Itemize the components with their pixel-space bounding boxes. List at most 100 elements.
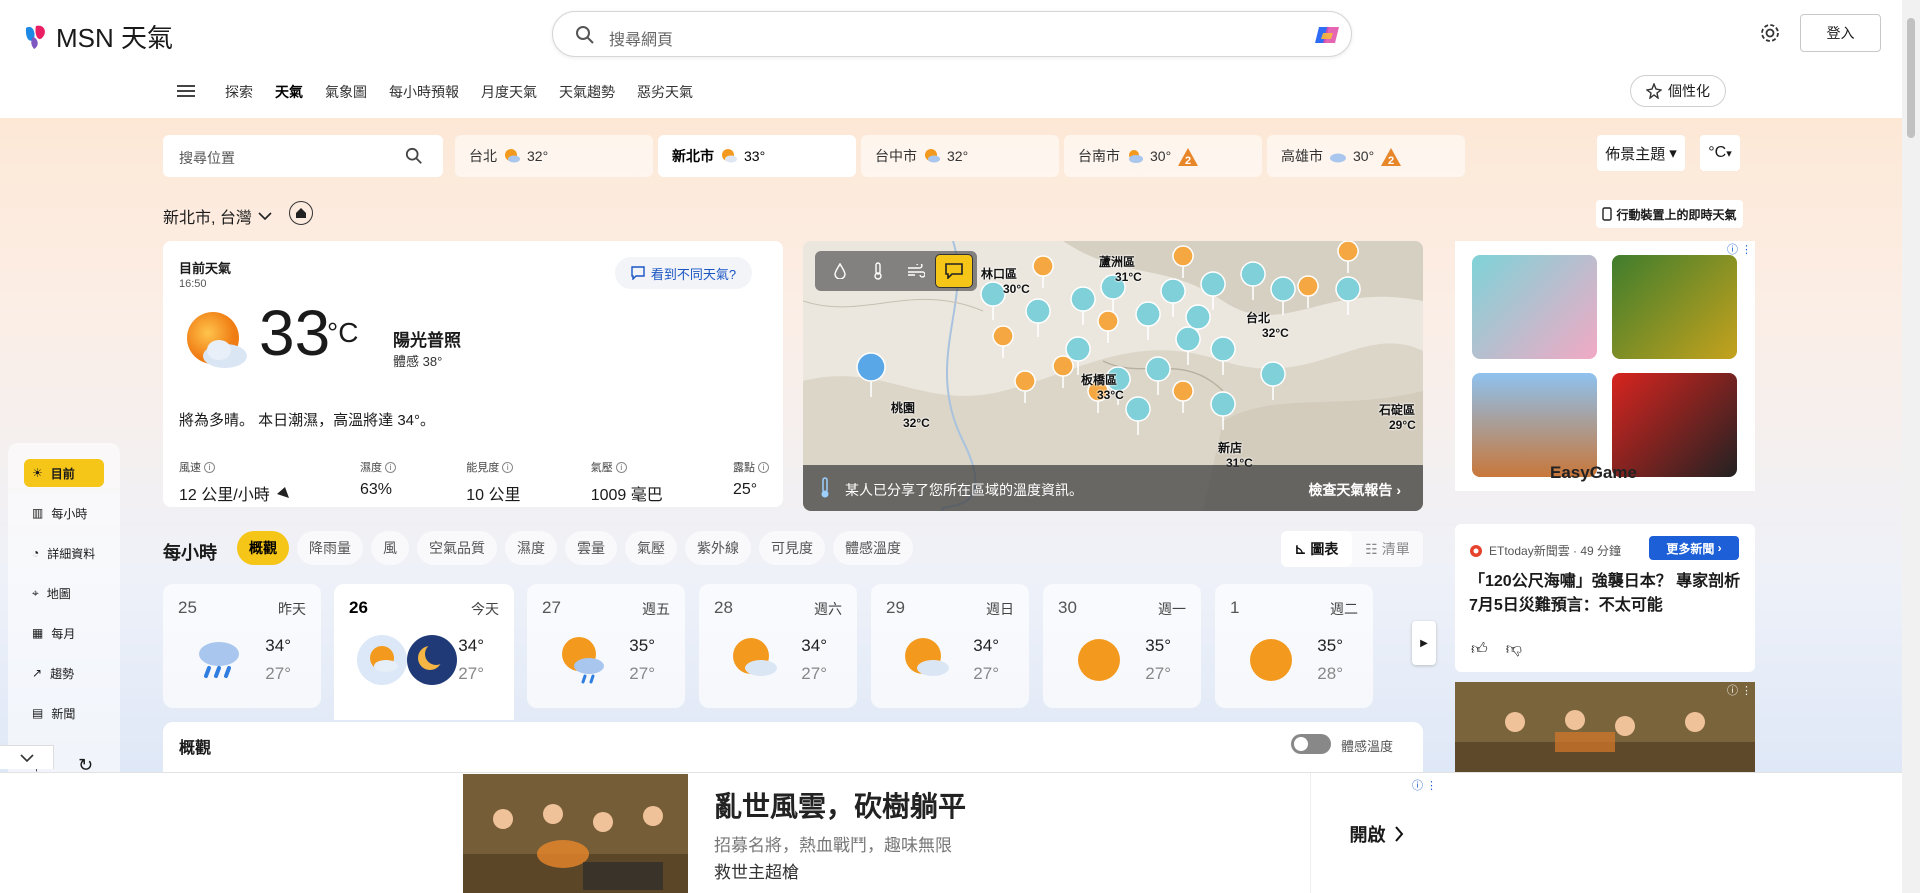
chip-visibility[interactable]: 可見度 [759, 531, 825, 565]
precipitation-layer-icon[interactable] [821, 254, 859, 288]
view-toggle: ⊾ 圖表 ☷ 清單 [1281, 531, 1423, 567]
metric-humidity[interactable]: 濕度 i 63% [360, 459, 396, 505]
copilot-icon[interactable] [1313, 21, 1341, 49]
map-community-banner[interactable]: 某人已分享了您所在區域的溫度資訊。 檢查天氣報告 › [803, 465, 1423, 511]
theme-dropdown[interactable]: 佈景主題 ▾ [1597, 135, 1685, 171]
chip-feels-like[interactable]: 體感溫度 [833, 531, 913, 565]
brand[interactable]: MSN 天氣 [22, 18, 173, 55]
personalize-button[interactable]: 個性化 [1630, 75, 1726, 107]
chip-pressure[interactable]: 氣壓 [625, 531, 677, 565]
chip-overview[interactable]: 概觀 [237, 531, 289, 565]
ad-info-icon[interactable]: ⓘ ⋮ [1727, 682, 1752, 698]
ad-tile-image[interactable] [1472, 255, 1597, 359]
nav-link-trends[interactable]: 天氣趨勢 [548, 82, 626, 102]
nav-link-explore[interactable]: 探索 [214, 82, 264, 102]
city-tab-kaohsiung[interactable]: 高雄市 30° 2 [1267, 135, 1465, 177]
hourly-title: 每小時 [163, 543, 217, 563]
nav-link-weather[interactable]: 天氣 [264, 82, 314, 102]
check-weather-report-link[interactable]: 檢查天氣報告 › [1308, 480, 1401, 500]
city-tab-new-taipei[interactable]: 新北市 33° [658, 135, 856, 177]
gear-icon[interactable] [1759, 22, 1781, 44]
news-card[interactable]: ETtoday新聞雲 · 49 分鐘 更多新聞 › 「120公尺海嘯」強襲日本？… [1455, 524, 1755, 672]
day-high: 34° [801, 636, 827, 655]
sidenav-item-news[interactable]: ▤ 新聞 [24, 699, 104, 727]
mobile-weather-button[interactable]: 行動裝置上的即時天氣 [1596, 200, 1743, 228]
more-news-button[interactable]: 更多新聞 › [1649, 536, 1739, 560]
chip-wind[interactable]: 風 [371, 531, 409, 565]
weather-map[interactable]: 林口區 30°C 蘆洲區 31°C 台北 32°C 桃園 32°C 板橋區 33°C 新店… [803, 241, 1423, 511]
nav-link-maps[interactable]: 氣象圖 [314, 82, 378, 102]
chip-uv[interactable]: 紫外線 [685, 531, 751, 565]
sidenav-item-hourly[interactable]: ▥ 每小時 [24, 499, 104, 527]
metric-visibility[interactable]: 能見度 i 10 公里 [466, 459, 520, 505]
day-card[interactable]: 30 週一 35° 27° [1043, 584, 1201, 708]
city-tab-tainan[interactable]: 台南市 30° 2 [1064, 135, 1262, 177]
city-tab-taichung[interactable]: 台中市 32° [861, 135, 1059, 177]
day-card[interactable]: 27 週五 35° 27° [527, 584, 685, 708]
login-button[interactable]: 登入 [1800, 14, 1881, 52]
svg-text:2: 2 [1185, 155, 1191, 167]
different-weather-button[interactable]: 看到不同天氣? [615, 257, 752, 289]
city-tab-taipei[interactable]: 台北 32° [455, 135, 653, 177]
ad-info-icon[interactable]: ⓘ ⋮ [1412, 777, 1437, 793]
location-selector[interactable]: 新北市, 台灣 [163, 204, 272, 228]
day-card[interactable]: 1 週二 35° 28° [1215, 584, 1373, 708]
list-view-button[interactable]: ☷ 清單 [1352, 531, 1423, 567]
refresh-icon[interactable]: ↻ [78, 755, 93, 772]
home-icon[interactable] [289, 201, 313, 225]
sidenav-item-monthly[interactable]: ▦ 每月 [24, 619, 104, 647]
metric-wind[interactable]: 風速 i 12 公里/小時 [179, 459, 290, 505]
unit-dropdown[interactable]: °C ▾ [1700, 135, 1740, 171]
day-card[interactable]: 25 昨天 34° 27° [163, 584, 321, 708]
page-scrollbar[interactable] [1902, 0, 1920, 893]
nav-link-severe[interactable]: 惡劣天氣 [626, 82, 704, 102]
publisher-logo-icon [1470, 544, 1482, 557]
collapse-panel-button[interactable] [0, 745, 54, 769]
temperature-layer-icon[interactable] [859, 254, 897, 288]
chip-precipitation[interactable]: 降雨量 [297, 531, 363, 565]
metric-dew-point[interactable]: 露點 i 25° [733, 459, 769, 505]
sidenav-item-current[interactable]: ☀ 目前 [24, 459, 104, 487]
chip-cloud-cover[interactable]: 雲量 [565, 531, 617, 565]
sidenav-item-details[interactable]: ◔ 詳細資料 [24, 539, 104, 567]
alert-icon[interactable]: 2 [1177, 147, 1199, 167]
ad-game-tiles[interactable]: EasyGame ⓘ ⋮ [1455, 241, 1755, 491]
hourly-icon: ▥ [32, 506, 44, 520]
ad-info-icon[interactable]: ⓘ ⋮ [1727, 241, 1752, 257]
ad-tile-image[interactable] [1472, 373, 1597, 477]
next-days-button[interactable]: ▶ [1412, 621, 1436, 665]
sun-icon [1078, 639, 1120, 681]
chip-air-quality[interactable]: 空氣品質 [417, 531, 497, 565]
community-layer-icon[interactable] [935, 254, 973, 288]
day-high: 35° [1145, 636, 1171, 655]
ad-tile-image[interactable] [1612, 373, 1737, 477]
sun-icon: ☀ [32, 466, 43, 480]
wind-layer-icon[interactable] [897, 254, 935, 288]
day-card[interactable]: 29 週日 34° 27° [871, 584, 1029, 708]
mobile-weather-label: 行動裝置上的即時天氣 [1616, 207, 1737, 222]
ad-game-banner[interactable]: ⓘ ⋮ [1455, 682, 1755, 772]
menu-icon[interactable] [177, 82, 195, 100]
sidenav-item-map[interactable]: ⌖ 地圖 [24, 579, 104, 607]
feels-like-toggle[interactable] [1291, 734, 1331, 754]
metric-pressure[interactable]: 氣壓 i 1009 毫巴 [591, 459, 663, 505]
nav-link-monthly[interactable]: 月度天氣 [470, 82, 548, 102]
day-card[interactable]: 28 週六 34° 27° [699, 584, 857, 708]
sidenav-item-trends[interactable]: ↗ 趨勢 [24, 659, 104, 687]
location-search-input[interactable]: 搜尋位置 [163, 135, 443, 177]
alert-icon[interactable]: 2 [1380, 147, 1402, 167]
map-layer-toolbar [815, 251, 977, 291]
thumbs-down-icon[interactable]: 👎︎ [1506, 640, 1522, 659]
thermometer-icon [821, 477, 829, 498]
nav-link-hourly[interactable]: 每小時預報 [378, 82, 470, 102]
chip-humidity[interactable]: 濕度 [505, 531, 557, 565]
day-card-today[interactable]: 26 今天 34° 27° [334, 584, 514, 720]
web-search-input[interactable]: 搜尋網頁 [552, 11, 1352, 57]
news-headline[interactable]: 「120公尺海嘯」強襲日本？ 專家剖析7月5日災難預言：不太可能 [1469, 570, 1744, 618]
current-metrics: 風速 i 12 公里/小時 濕度 i 63% 能見度 i 10 公里 氣壓 i 1009… [179, 459, 769, 505]
thumbs-up-icon[interactable]: 👍︎ [1471, 640, 1488, 659]
ad-game-image[interactable] [463, 774, 688, 893]
chart-view-button[interactable]: ⊾ 圖表 [1281, 531, 1352, 567]
ad-tile-image[interactable] [1612, 255, 1737, 359]
bottom-ad-banner[interactable]: 亂世風雲，砍樹躺平 招募名將，熱血戰鬥，趣味無限 救世主超槍 開啟 ⓘ ⋮ [0, 772, 1902, 893]
